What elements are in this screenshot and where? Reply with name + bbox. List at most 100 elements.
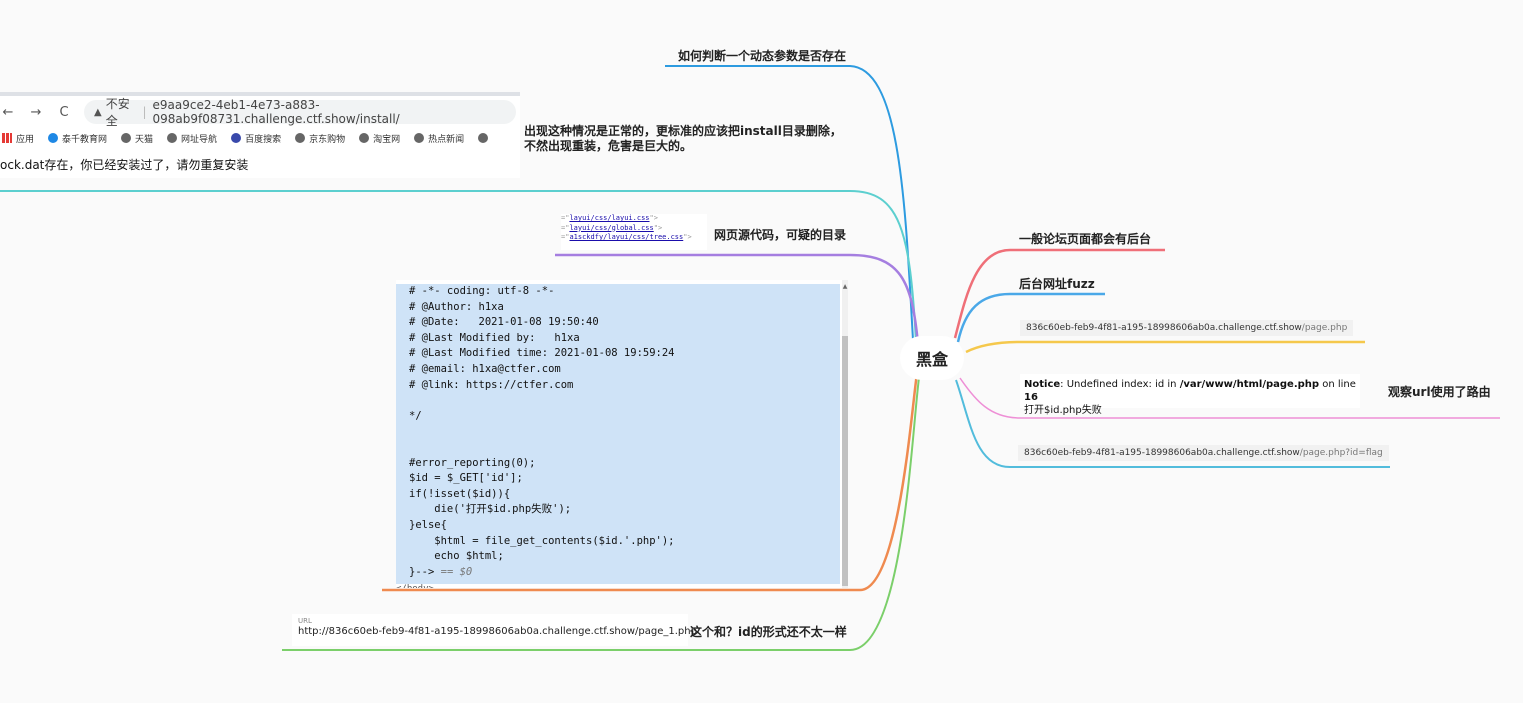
- code-line-main: }-->: [409, 565, 435, 578]
- url-host: 836c60eb-feb9-4f81-a195-18998606ab0a.cha…: [1024, 448, 1300, 458]
- url-host: 836c60eb-feb9-4f81-a195-18998606ab0a.cha…: [1026, 323, 1302, 333]
- code-line: }else{: [409, 518, 447, 531]
- install-note-line1: 出现这种情况是正常的，更标准的应该把install目录删除，: [524, 124, 842, 138]
- install-screenshot: ← → C ▲ 不安全 | e9aa9ce2-4eb1-4e73-a883-09…: [0, 92, 520, 178]
- bookmark-label: 天猫: [135, 134, 154, 145]
- bookmark-label: 应用: [16, 134, 35, 145]
- bookmark-item: 网址导航: [167, 132, 217, 145]
- bookmark-item: 京东购物: [295, 132, 345, 145]
- address-url: e9aa9ce2-4eb1-4e73-a883-098ab9f08731.cha…: [152, 98, 400, 126]
- bookmark-label: 泰千教育网: [62, 134, 108, 145]
- notice-prefix: Notice: [1024, 379, 1061, 390]
- bookmark-label: 百度搜索: [245, 134, 282, 145]
- notice-file: /var/www/html/page.php: [1179, 379, 1320, 390]
- globe-icon: [167, 133, 178, 143]
- notice-on-line: on line: [1319, 379, 1356, 390]
- bookmarks-bar: 应用 泰千教育网 天猫 网址导航 百度搜索 京东购物 淘宝网 热点新闻: [0, 128, 520, 148]
- code-line: #error_reporting(0);: [409, 456, 536, 469]
- code-line: */: [409, 409, 422, 422]
- bookmark-item: 泰千教育网: [48, 132, 107, 145]
- bookmark-label: 热点新闻: [428, 134, 465, 145]
- notice-line: Notice: Undefined index: id in /var/www/…: [1020, 374, 1360, 404]
- code-line: $html = file_get_contents($id.'.php');: [409, 534, 675, 547]
- code-line: # @Date: 2021-01-08 19:50:40: [409, 316, 599, 329]
- url-value: http://836c60eb-feb9-4f81-a195-18998606a…: [298, 626, 697, 637]
- code-screenshot: # -*- coding: utf-8 -*- # @Author: h1xa # …: [396, 280, 848, 588]
- branch-fuzz[interactable]: 后台网址fuzz: [1019, 275, 1095, 292]
- code-highlight: # -*- coding: utf-8 -*- # @Author: h1xa # …: [396, 284, 840, 584]
- divider: |: [142, 105, 147, 119]
- bookmark-item: 热点新闻: [414, 132, 464, 145]
- bookmark-label: 网址导航: [181, 134, 218, 145]
- code-line: }--> == $0: [409, 565, 840, 581]
- code-line: # @Last Modified time: 2021-01-08 19:59:…: [409, 347, 675, 360]
- globe-icon: [121, 133, 132, 143]
- globe-icon: [414, 133, 425, 143]
- code-line: $id = $_GET['id'];: [409, 472, 523, 485]
- page1-url-box: URL http://836c60eb-feb9-4f81-a195-18998…: [292, 614, 697, 646]
- url-path: /page.php?id=flag: [1299, 448, 1383, 458]
- browser-toolbar: ← → C ▲ 不安全 | e9aa9ce2-4eb1-4e73-a883-09…: [0, 96, 520, 128]
- scroll-up-icon: ▲: [842, 283, 848, 290]
- source-line: ="layui/css/global.css">: [561, 223, 663, 232]
- code-line: echo $html;: [409, 550, 504, 563]
- bookmark-label: 京东购物: [309, 134, 346, 145]
- bookmark-apps: 应用: [2, 132, 34, 145]
- scrollbar-thumb: [842, 336, 848, 586]
- back-icon: ←: [2, 104, 14, 120]
- branch-routing[interactable]: 观察url使用了路由: [1388, 383, 1491, 400]
- install-message: ock.dat存在，你已经安装过了，请勿重复安装: [0, 158, 249, 172]
- reload-icon: C: [59, 104, 69, 120]
- notice-line-no: 16: [1024, 392, 1038, 403]
- code-line: # @link: https://ctfer.com: [409, 378, 574, 391]
- code-line: # @Last Modified by: h1xa: [409, 331, 580, 344]
- code-line: # @email: h1xa@ctfer.com: [409, 362, 561, 375]
- code-line: if(!isset($id)){: [409, 487, 511, 500]
- source-link: a1sckdfy/layui/css/tree.css: [569, 233, 684, 241]
- branch-forum-backend[interactable]: 一般论坛页面都会有后台: [1019, 230, 1151, 247]
- bookmark-item: [478, 133, 492, 143]
- globe-icon: [359, 133, 370, 143]
- php-notice: Notice: Undefined index: id in /var/www/…: [1020, 374, 1360, 416]
- warning-icon: ▲: [94, 106, 102, 118]
- globe-icon: [478, 133, 489, 143]
- link-page-php: [965, 340, 1365, 354]
- code-line-dim: == $0: [434, 565, 473, 578]
- branch-install-note[interactable]: 出现这种情况是正常的，更标准的应该把install目录删除， 不然出现重装，危害…: [524, 124, 842, 154]
- bookmark-item: 百度搜索: [231, 132, 281, 145]
- site-icon: [48, 133, 59, 143]
- install-note-line2: 不然出现重装，危害是巨大的。: [524, 139, 693, 153]
- center-node[interactable]: 黑盒: [900, 336, 964, 380]
- security-label: 不安全: [105, 97, 130, 128]
- bookmark-item: 淘宝网: [359, 132, 400, 145]
- code-line: # @Author: h1xa: [409, 300, 504, 313]
- globe-icon: [295, 133, 306, 143]
- notice-message: : Undefined index: id in: [1060, 379, 1180, 390]
- source-link: layui/css/global.css: [569, 223, 654, 232]
- forward-icon: →: [30, 104, 42, 120]
- address-bar: ▲ 不安全 | e9aa9ce2-4eb1-4e73-a883-098ab9f0…: [84, 97, 516, 128]
- code-cut-line: </body>: [396, 584, 840, 588]
- branch-dynamic-param[interactable]: 如何判断一个动态参数是否存在: [678, 47, 846, 64]
- source-link: layui/css/layui.css: [569, 214, 650, 222]
- bookmark-label: 淘宝网: [373, 134, 401, 145]
- branch-page1-diff[interactable]: 这个和？id的形式还不太一样: [690, 623, 847, 640]
- source-line: ="a1sckdfy/layui/css/tree.css">: [561, 233, 692, 241]
- source-snippet: ="layui/css/layui.css"> ="layui/css/glob…: [561, 214, 707, 250]
- code-line: die('打开$id.php失败');: [409, 503, 572, 516]
- flag-url: 836c60eb-feb9-4f81-a195-18998606ab0a.cha…: [1018, 445, 1389, 461]
- url-caption: URL: [298, 617, 312, 625]
- source-line: ="layui/css/layui.css">: [561, 214, 658, 222]
- code-line: # -*- coding: utf-8 -*-: [409, 285, 555, 297]
- apps-grid-icon: [2, 133, 12, 143]
- page-php-url: 836c60eb-feb9-4f81-a195-18998606ab0a.cha…: [1020, 320, 1354, 336]
- notice-output: 打开$id.php失败: [1024, 405, 1102, 416]
- code-text: # -*- coding: utf-8 -*- # @Author: h1xa # …: [396, 284, 840, 580]
- bookmark-item: 天猫: [121, 132, 153, 145]
- paw-icon: [231, 133, 242, 143]
- branch-source-dir[interactable]: 网页源代码，可疑的目录: [714, 226, 846, 243]
- url-path: /page.php: [1301, 323, 1348, 333]
